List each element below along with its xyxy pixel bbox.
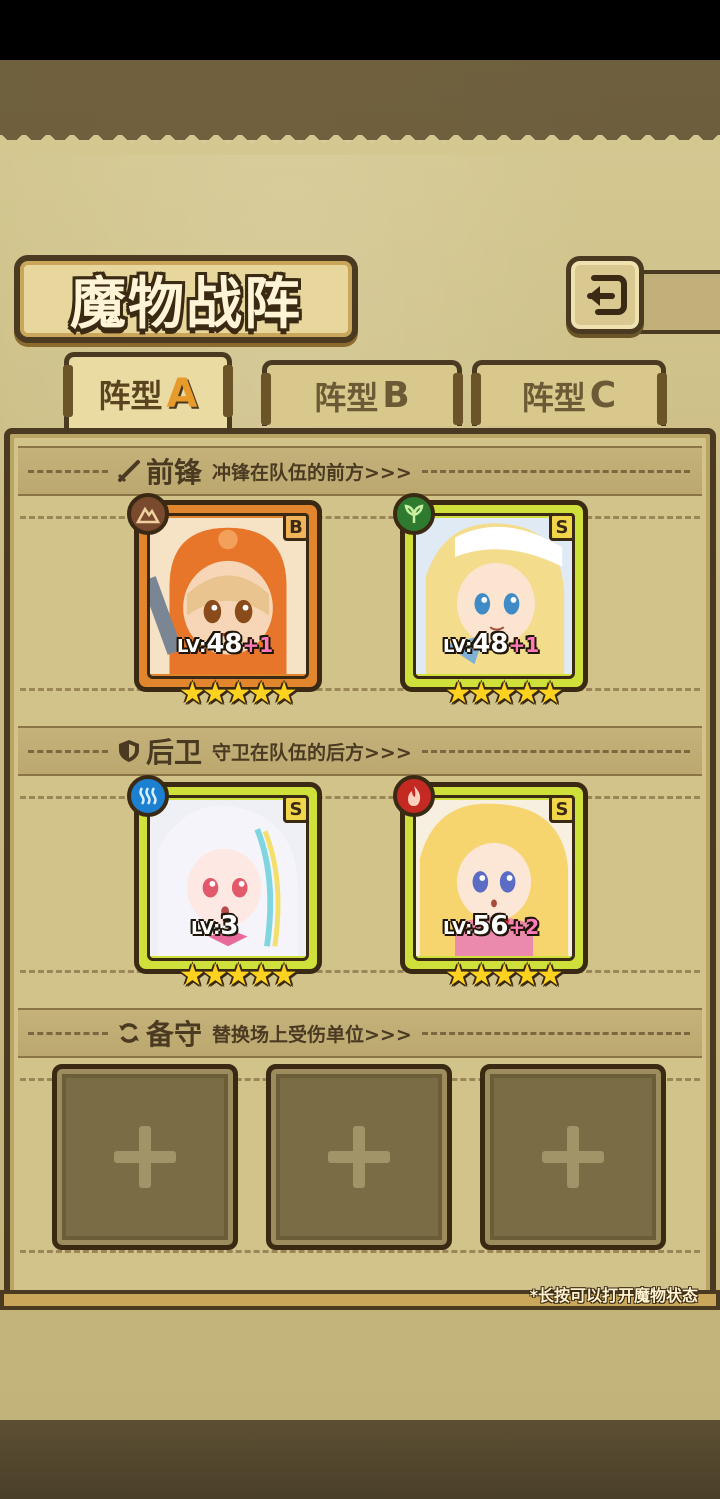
star-rating: ★ ★ ★ ★ ★	[179, 961, 298, 991]
divider	[421, 469, 690, 473]
tab-label: 阵型	[98, 376, 163, 415]
monster-card-back-2[interactable]: S LV:56+2 ★ ★ ★ ★ ★	[393, 775, 588, 991]
section-header-back: 后卫 守卫在队伍的后方>>>	[18, 726, 702, 776]
reserve-slot-1[interactable]	[52, 1064, 238, 1250]
tab-formation-b[interactable]: 阵型 B	[261, 360, 463, 426]
level-label: LV:48+1	[177, 629, 273, 659]
row-divider	[20, 516, 700, 519]
level-label: LV:56+2	[443, 911, 539, 941]
star-rating: ★ ★ ★ ★ ★	[445, 679, 564, 709]
section-header-reserve: 备守 替换场上受伤单位>>>	[18, 1008, 702, 1058]
level-bonus: +1	[508, 633, 540, 657]
swap-icon	[119, 1023, 139, 1043]
level-label: LV:3	[191, 911, 238, 941]
level-value: 56	[472, 911, 509, 941]
level-bonus: +2	[508, 915, 540, 939]
section-subtitle: 冲锋在队伍的前方>>>	[212, 461, 412, 484]
shield-icon	[119, 740, 139, 762]
tab-formation-c[interactable]: 阵型 C	[471, 360, 667, 426]
star-icon: ★	[270, 676, 298, 711]
leaf-icon	[393, 493, 435, 535]
earth-icon	[127, 493, 169, 535]
status-bar	[0, 0, 720, 60]
water-icon	[127, 775, 169, 817]
divider	[421, 749, 690, 753]
map-background-bottom	[0, 1420, 720, 1499]
level-prefix: LV:	[191, 918, 221, 939]
monster-card-front-1[interactable]: B LV:48+1 ★ ★ ★ ★ ★	[127, 493, 322, 709]
torn-edge-top	[0, 135, 720, 175]
star-rating: ★ ★ ★ ★ ★	[179, 679, 298, 709]
level-label: LV:48+1	[443, 629, 539, 659]
tab-label: 阵型	[521, 378, 586, 417]
tab-formation-a[interactable]: 阵型 A	[63, 352, 233, 430]
long-press-hint: *长按可以打开魔物状态	[529, 1286, 698, 1305]
section-title: 前锋	[146, 456, 203, 489]
row-divider	[20, 688, 700, 691]
rank-badge: S	[549, 795, 575, 823]
star-rating: ★ ★ ★ ★ ★	[445, 961, 564, 991]
star-icon: ★	[536, 958, 564, 993]
reserve-slot-2[interactable]	[266, 1064, 452, 1250]
rank-badge: S	[283, 795, 309, 823]
torn-edge-bottom	[0, 1380, 720, 1420]
tab-letter: A	[166, 370, 198, 417]
sword-icon	[117, 460, 140, 483]
plus-icon	[114, 1126, 176, 1188]
section-subtitle: 替换场上受伤单位>>>	[212, 1023, 412, 1046]
fire-icon	[393, 775, 435, 817]
monster-card-back-1[interactable]: S LV:3 ★ ★ ★ ★ ★	[127, 775, 322, 991]
tab-label: 阵型	[314, 378, 379, 417]
divider	[421, 1031, 690, 1035]
divider	[28, 1031, 108, 1035]
level-value: 48	[472, 629, 509, 659]
page-title-plate: 魔物战阵	[14, 255, 358, 343]
divider	[28, 749, 108, 753]
level-value: 3	[220, 911, 239, 941]
rank-badge: B	[283, 513, 309, 541]
divider	[28, 469, 108, 473]
page-title: 魔物战阵	[70, 270, 302, 337]
level-prefix: LV:	[443, 636, 473, 657]
row-divider	[20, 1250, 700, 1253]
back-button[interactable]	[566, 256, 644, 334]
level-prefix: LV:	[443, 918, 473, 939]
section-title: 后卫	[146, 736, 203, 769]
row-divider	[20, 970, 700, 973]
level-bonus: +1	[242, 633, 274, 657]
plus-icon	[542, 1126, 604, 1188]
return-arrow-icon	[587, 275, 627, 315]
tab-letter: C	[589, 375, 617, 416]
plus-icon	[328, 1126, 390, 1188]
section-subtitle: 守卫在队伍的后方>>>	[212, 741, 412, 764]
rank-badge: S	[549, 513, 575, 541]
star-icon: ★	[536, 676, 564, 711]
tab-letter: B	[382, 375, 410, 416]
section-header-front: 前锋 冲锋在队伍的前方>>>	[18, 446, 702, 496]
row-divider	[20, 796, 700, 799]
star-icon: ★	[270, 958, 298, 993]
level-value: 48	[206, 629, 243, 659]
reserve-slot-3[interactable]	[480, 1064, 666, 1250]
section-title: 备守	[146, 1018, 203, 1051]
level-prefix: LV:	[177, 636, 207, 657]
monster-card-front-2[interactable]: S LV:48+1 ★ ★ ★ ★ ★	[393, 493, 588, 709]
